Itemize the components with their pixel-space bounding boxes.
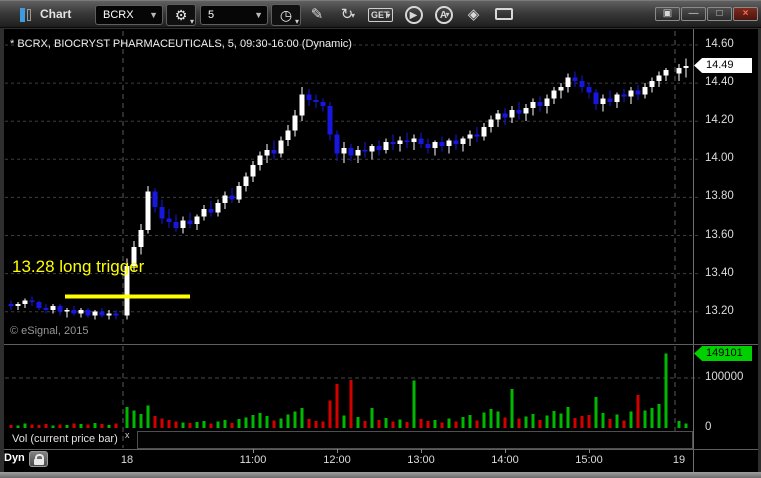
time-axis-border	[4, 449, 758, 450]
dyn-mode-label: Dyn	[4, 452, 25, 464]
price-tick-label: 14.20	[705, 114, 734, 127]
price-tick-label: 13.80	[705, 190, 734, 203]
time-tick	[505, 449, 506, 453]
lock-scale-button[interactable]	[29, 451, 48, 467]
day-separators	[122, 31, 676, 448]
last-volume-badge: 149101	[694, 346, 752, 361]
esignal-watermark: © eSignal, 2015	[10, 325, 89, 337]
price-tick-label: 13.40	[705, 266, 734, 279]
chart-plot	[5, 31, 700, 448]
time-tick-label: 15:00	[575, 454, 603, 466]
price-tick-label: 13.60	[705, 228, 734, 241]
time-tick	[589, 449, 590, 453]
volume-tick-label: 0	[705, 421, 712, 433]
volume-indicator-box	[137, 431, 693, 449]
time-tick	[253, 449, 254, 453]
chart-window: Chart BCRX ▼ ⚙ ▾ 5 ▼ ◷ ▾ ✎ ↻ ▾ GET ▾ ▶ A ▾ ◈ ▣ — □…	[0, 0, 761, 478]
time-tick-label: 13:00	[407, 454, 435, 466]
time-tick-label: 11:00	[239, 454, 267, 466]
volume-tick-label: 100000	[705, 371, 744, 383]
time-tick-label: 18	[120, 454, 134, 466]
volume-indicator-close-button[interactable]: x	[125, 430, 130, 440]
price-tick-label: 14.00	[705, 152, 734, 165]
time-tick-label: 14:00	[491, 454, 519, 466]
time-tick-label: 12:00	[323, 454, 351, 466]
time-tick	[421, 449, 422, 453]
time-tick	[337, 449, 338, 453]
price-tick-label: 13.20	[705, 304, 734, 317]
price-axis-border	[693, 29, 694, 472]
time-tick-label: 19	[672, 454, 686, 466]
lock-icon	[34, 454, 44, 465]
last-price-badge: 14.49	[694, 58, 752, 73]
trigger-annotation-text[interactable]: 13.28 long trigger	[12, 257, 144, 277]
candles	[8, 58, 689, 320]
window-bottom-edge	[0, 472, 761, 478]
price-tick-label: 14.40	[705, 76, 734, 89]
chart-header-line: * BCRX, BIOCRYST PHARMACEUTICALS, 5, 09:…	[10, 38, 352, 50]
volume-indicator-label: Vol (current price bar)	[12, 433, 118, 445]
volume-bars	[9, 353, 688, 428]
pane-divider[interactable]	[4, 344, 758, 345]
price-tick-label: 14.60	[705, 38, 734, 50]
